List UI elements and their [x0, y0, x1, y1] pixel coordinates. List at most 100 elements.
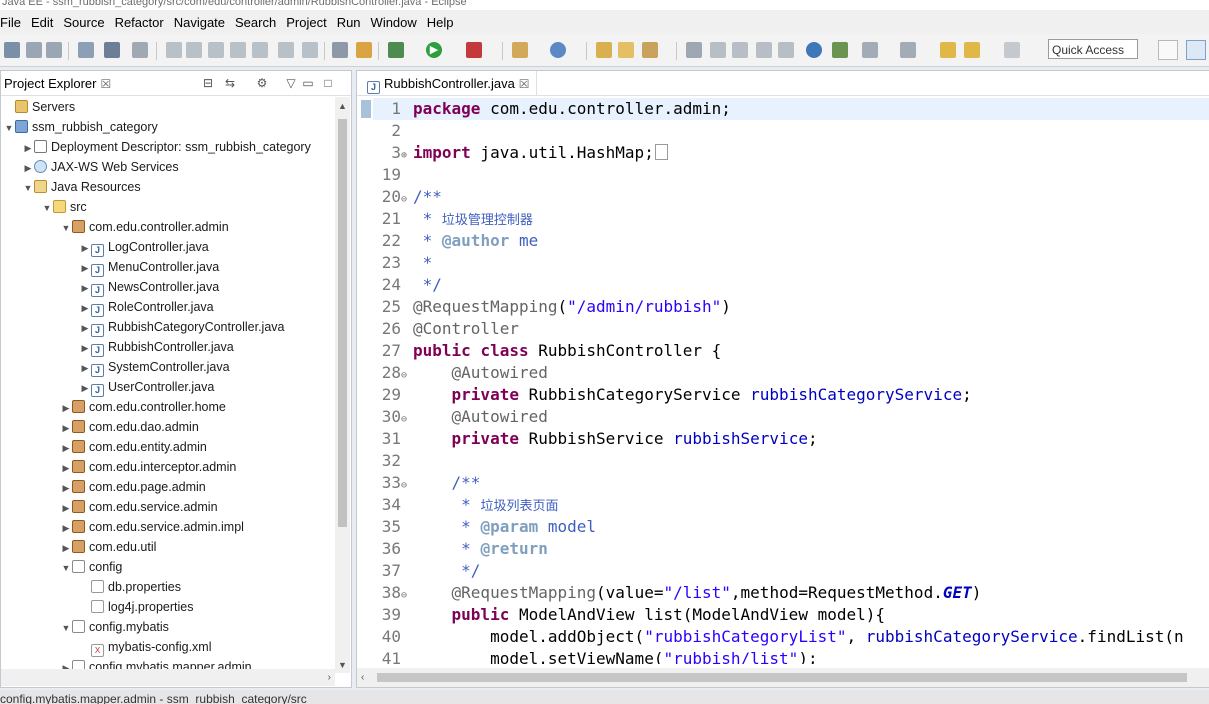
expanded-arrow-icon[interactable]: ▼	[3, 118, 15, 138]
collapsed-arrow-icon[interactable]: ▶	[60, 518, 72, 538]
tree-item[interactable]: ▶ com.edu.entity.admin	[60, 437, 207, 457]
forward-icon[interactable]	[1004, 42, 1020, 58]
skip-breakpoints-icon[interactable]	[132, 42, 148, 58]
tree-item[interactable]: ▶ com.edu.dao.admin	[60, 417, 199, 437]
collapsed-arrow-icon[interactable]: ▶	[79, 278, 91, 298]
toggle-block-selection-icon[interactable]	[710, 42, 726, 58]
code-area[interactable]: 1 package com.edu.controller.admin; 2 3⊕ imp…	[373, 96, 1209, 664]
tree-item[interactable]: ▶ Deployment Descriptor: ssm_rubbish_cate…	[22, 137, 311, 157]
code-line[interactable]: 1 package com.edu.controller.admin;	[373, 98, 1209, 120]
tab-rubbish-controller[interactable]: J RubbishController.java ☒	[363, 71, 537, 95]
collapsed-arrow-icon[interactable]: ▶	[79, 378, 91, 398]
tree-item[interactable]: Servers	[3, 97, 75, 117]
menu-run[interactable]: Run	[332, 15, 366, 30]
collapsed-arrow-icon[interactable]: ▶	[79, 238, 91, 258]
code-line[interactable]: 20⊖/**	[373, 186, 442, 208]
tree-item[interactable]: ▶ J RubbishCategoryController.java	[79, 317, 284, 337]
open-console-icon[interactable]	[78, 42, 94, 58]
code-line[interactable]: 41 model.setViewName("rubbish/list");	[373, 648, 818, 664]
menu-file[interactable]: File	[0, 15, 26, 30]
tree-item[interactable]: Xmybatis-config.xml	[79, 637, 212, 657]
code-line[interactable]: 36 * @return	[373, 538, 548, 560]
suspend-icon[interactable]	[186, 42, 202, 58]
tree-item[interactable]: ▼ Java Resources	[22, 177, 141, 197]
java-ee-perspective-icon[interactable]	[1186, 40, 1206, 60]
tree-item[interactable]: ▼ config.mybatis	[60, 617, 169, 637]
expanded-arrow-icon[interactable]: ▼	[41, 198, 53, 218]
run-icon[interactable]: ▶	[426, 42, 442, 58]
menu-search[interactable]: Search	[230, 15, 281, 30]
scroll-down-icon[interactable]: ▼	[335, 658, 350, 673]
tree-item[interactable]: ▶ J RoleController.java	[79, 297, 214, 317]
tree-item[interactable]: ▼ config	[60, 557, 122, 577]
tree-item[interactable]: ▼ ssm_rubbish_category	[3, 117, 158, 137]
menu-help[interactable]: Help	[422, 15, 459, 30]
collapsed-arrow-icon[interactable]: ▶	[60, 418, 72, 438]
tree-item[interactable]: ▶ com.edu.util	[60, 537, 156, 557]
collapse-all-icon[interactable]: ⊟	[201, 76, 215, 90]
quick-access-field[interactable]: Quick Access	[1048, 39, 1138, 59]
step-return-icon[interactable]	[302, 42, 318, 58]
resume-icon[interactable]	[166, 42, 182, 58]
code-line[interactable]: 28⊖ @Autowired	[373, 362, 548, 384]
menu-edit[interactable]: Edit	[26, 15, 58, 30]
open-perspective-icon[interactable]	[1158, 40, 1178, 60]
collapsed-arrow-icon[interactable]: ▶	[60, 458, 72, 478]
maximize-icon[interactable]: □	[321, 76, 335, 90]
menu-refactor[interactable]: Refactor	[110, 15, 169, 30]
code-line[interactable]: 40 model.addObject("rubbishCategoryList"…	[373, 626, 1184, 648]
previous-annotation-icon[interactable]	[900, 42, 916, 58]
code-line[interactable]: 31 private RubbishService rubbishService…	[373, 428, 818, 450]
code-line[interactable]: 22 * @author me	[373, 230, 539, 252]
menu-source[interactable]: Source	[58, 15, 109, 30]
debug-icon[interactable]	[388, 42, 404, 58]
collapsed-arrow-icon[interactable]: ▶	[60, 438, 72, 458]
tree-item[interactable]: ▼ src	[41, 197, 87, 217]
code-line[interactable]: 30⊖ @Autowired	[373, 406, 548, 428]
filters-icon[interactable]: ⚙	[255, 76, 269, 90]
collapsed-arrow-icon[interactable]: ▶	[22, 158, 34, 178]
code-line[interactable]: 33⊖ /**	[373, 472, 481, 494]
close-icon[interactable]: ☒	[519, 77, 530, 91]
tree-item[interactable]: ▶ com.edu.service.admin	[60, 497, 218, 517]
use-step-filters-icon[interactable]	[332, 42, 348, 58]
new-icon[interactable]	[4, 42, 20, 58]
minimize-icon[interactable]: ▭	[301, 76, 315, 90]
disconnect-icon[interactable]	[230, 42, 246, 58]
tree-item[interactable]: ▶ JAX-WS Web Services	[22, 157, 179, 177]
step-over-icon[interactable]	[278, 42, 294, 58]
code-line[interactable]: 23 *	[373, 252, 433, 274]
word-wrap-icon[interactable]	[756, 42, 772, 58]
globe-icon[interactable]	[806, 42, 822, 58]
save-all-icon[interactable]	[46, 42, 62, 58]
search-icon[interactable]	[832, 42, 848, 58]
code-line[interactable]: 38⊖ @RequestMapping(value="/list",method…	[373, 582, 982, 604]
collapsed-arrow-icon[interactable]: ▶	[79, 258, 91, 278]
expanded-arrow-icon[interactable]: ▼	[60, 218, 72, 238]
code-line[interactable]: 24 */	[373, 274, 442, 296]
code-line[interactable]: 2	[373, 120, 413, 142]
save-icon[interactable]	[26, 42, 42, 58]
terminate-icon[interactable]	[208, 42, 224, 58]
collapsed-arrow-icon[interactable]: ▶	[22, 138, 34, 158]
editor-horizontal-scrollbar[interactable]: ‹	[357, 668, 1209, 687]
collapsed-arrow-icon[interactable]: ▶	[79, 318, 91, 338]
close-icon[interactable]: ☒	[100, 77, 111, 91]
tree-item[interactable]: ▼ com.edu.controller.admin	[60, 217, 229, 237]
tree-item[interactable]: ▶ com.edu.page.admin	[60, 477, 206, 497]
collapsed-arrow-icon[interactable]: ▶	[79, 338, 91, 358]
block-mode-icon[interactable]	[778, 42, 794, 58]
tree-item[interactable]: ▶ J NewsController.java	[79, 277, 219, 297]
collapsed-arrow-icon[interactable]: ▶	[79, 358, 91, 378]
tree-item[interactable]: log4j.properties	[79, 597, 193, 617]
next-annotation-icon[interactable]	[862, 42, 878, 58]
expanded-arrow-icon[interactable]: ▼	[22, 178, 34, 198]
explorer-horizontal-scrollbar[interactable]: ›	[1, 669, 335, 686]
tree-item[interactable]: ▶ J RubbishController.java	[79, 337, 234, 357]
collapsed-arrow-icon[interactable]: ▶	[60, 398, 72, 418]
code-line[interactable]: 25 @RequestMapping("/admin/rubbish")	[373, 296, 731, 318]
explorer-vertical-scrollbar[interactable]: ▲ ▼	[335, 97, 350, 673]
scroll-left-icon[interactable]: ‹	[361, 668, 364, 687]
open-package-icon[interactable]	[596, 42, 612, 58]
scroll-up-icon[interactable]: ▲	[335, 99, 350, 114]
